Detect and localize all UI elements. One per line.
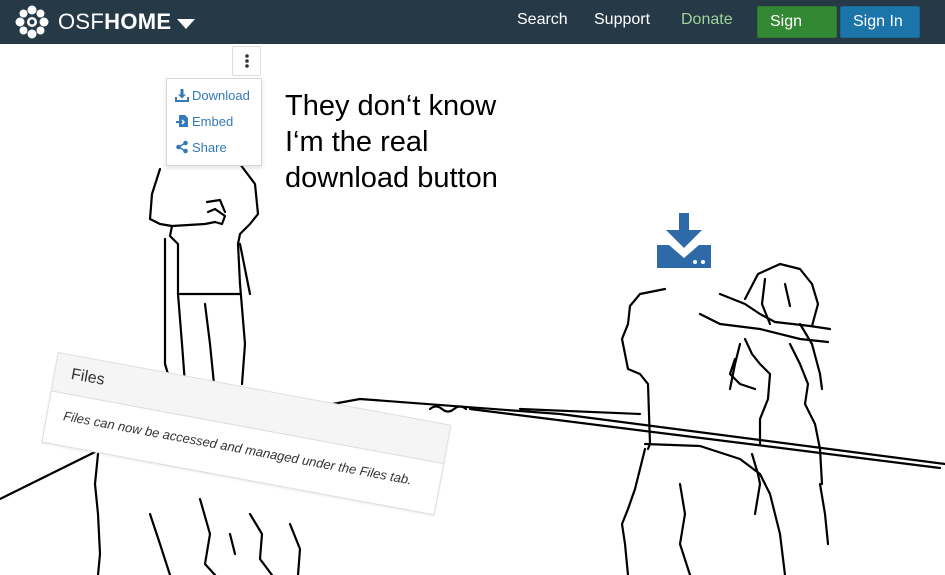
menu-item-embed[interactable]: Embed bbox=[175, 111, 233, 131]
download-icon bbox=[175, 89, 189, 102]
brand-light: OSF bbox=[58, 9, 105, 34]
menu-item-share[interactable]: Share bbox=[175, 137, 227, 157]
sign-up-button[interactable]: Sign Up bbox=[757, 6, 837, 60]
menu-item-label: Embed bbox=[192, 113, 234, 129]
caption-line-3: download button bbox=[285, 162, 498, 194]
nav-donate-link[interactable]: Donate bbox=[681, 11, 733, 29]
vertical-ellipsis-icon bbox=[244, 54, 249, 68]
caption-line-2: I‘m the real bbox=[285, 126, 429, 158]
brand-text: OSFHOME bbox=[58, 9, 171, 35]
osf-home-brand[interactable]: OSFHOME bbox=[14, 4, 196, 40]
embed-icon bbox=[176, 115, 188, 127]
nav-support-link[interactable]: Support bbox=[594, 11, 650, 29]
file-actions-menu: Download Embed Share bbox=[166, 78, 262, 166]
more-options-button[interactable] bbox=[232, 46, 261, 76]
share-icon bbox=[176, 140, 188, 154]
osf-logo-icon bbox=[15, 5, 49, 39]
brand-bold: HOME bbox=[104, 9, 172, 34]
caption-line-1: They don‘t know bbox=[285, 90, 497, 122]
menu-item-label: Share bbox=[192, 139, 227, 155]
menu-item-label: Download bbox=[192, 87, 250, 103]
sign-in-button[interactable]: Sign In bbox=[840, 6, 920, 38]
caret-down-icon[interactable] bbox=[177, 18, 196, 29]
download-icon[interactable] bbox=[655, 212, 713, 270]
meme-caption: They don‘t know I‘m the real download bu… bbox=[285, 88, 615, 196]
menu-item-download[interactable]: Download bbox=[175, 85, 250, 105]
nav-search-link[interactable]: Search bbox=[517, 11, 568, 29]
navbar: OSFHOME Search Support Donate Sign Up Si… bbox=[0, 0, 945, 60]
